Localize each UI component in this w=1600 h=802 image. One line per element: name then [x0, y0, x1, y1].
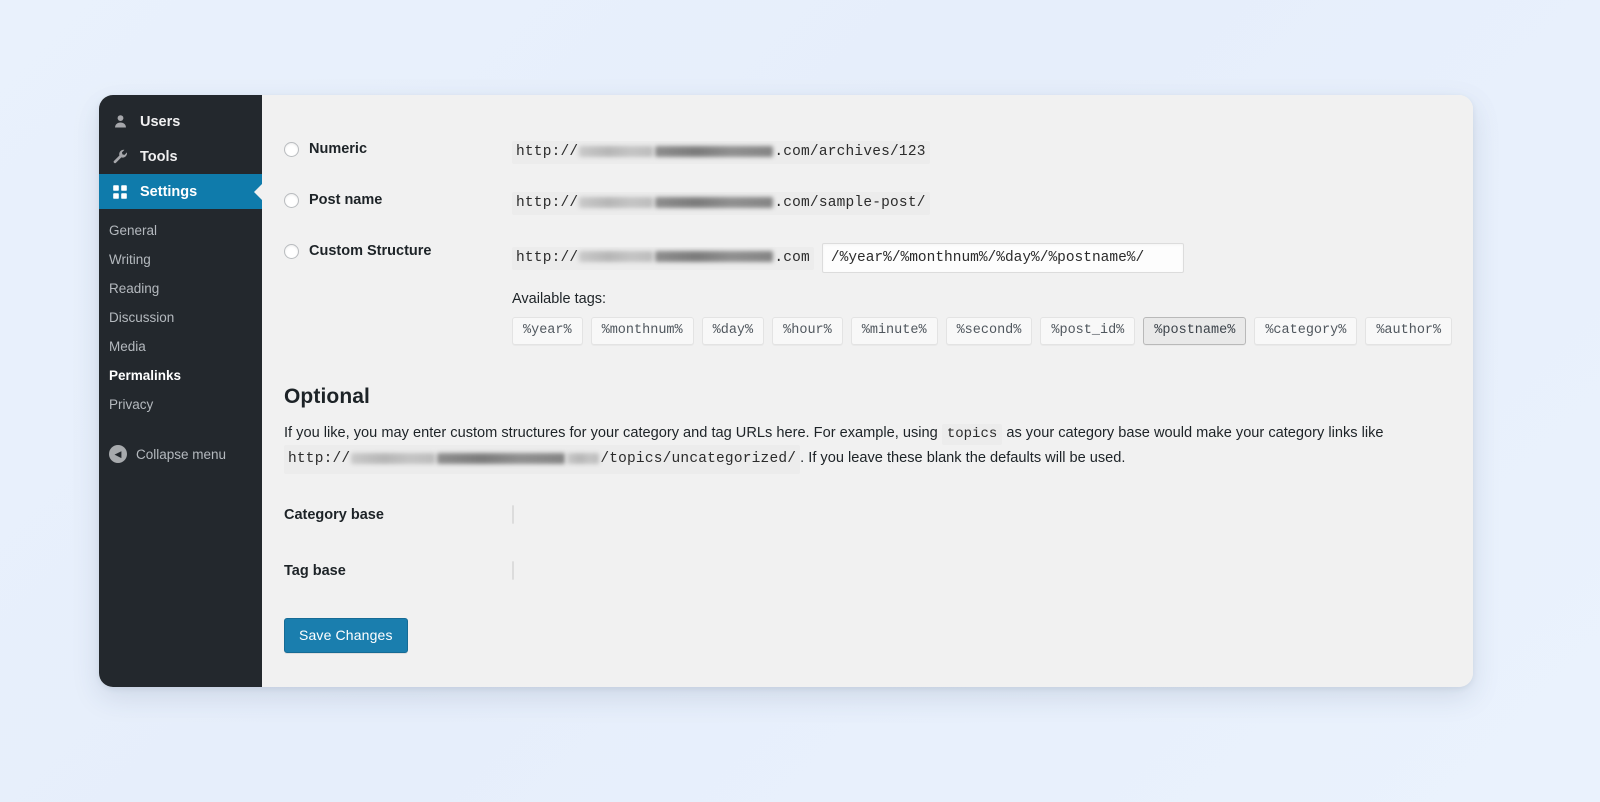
chevron-left-circle-icon: ◀: [109, 445, 127, 463]
tag-button-hour[interactable]: %hour%: [772, 317, 843, 345]
submit-row: Save Changes: [284, 618, 1473, 653]
optional-desc-part2: as your category base would make your ca…: [1006, 425, 1384, 441]
permalink-structure-table: Numeric http:// .com/archives/123 Post n…: [284, 127, 1453, 359]
optional-desc-part1: If you like, you may enter custom struct…: [284, 425, 938, 441]
tag-button-postname[interactable]: %postname%: [1143, 317, 1247, 345]
redacted-domain-part-2: [655, 196, 774, 208]
url-suffix: .com/archives/123: [774, 144, 926, 160]
radio-numeric[interactable]: [284, 141, 299, 157]
optional-fields-table: Category base Tag base: [284, 492, 514, 594]
tag-base-label: Tag base: [284, 563, 346, 579]
redacted-domain-part-1: [351, 452, 436, 464]
numeric-url-example: http:// .com/archives/123: [512, 141, 930, 164]
tag-button-author[interactable]: %author%: [1365, 317, 1453, 345]
optional-example-url: http:// /topics/uncategorized/: [284, 445, 801, 474]
custom-structure-input[interactable]: /%year%/%monthnum%/%day%/%postname%/: [821, 243, 1184, 273]
sidebar-item-permalinks[interactable]: Permalinks: [99, 361, 262, 390]
tag-button-post-id[interactable]: %post_id%: [1040, 317, 1136, 345]
category-base-input[interactable]: [512, 505, 514, 524]
permalink-option-row: Custom Structure http:// .com /%year%/%m…: [284, 229, 1453, 359]
permalink-option-numeric[interactable]: Numeric: [284, 141, 502, 157]
optional-description: If you like, you may enter custom struct…: [284, 422, 1414, 474]
sidebar-item-general[interactable]: General: [99, 216, 262, 245]
sidebar-item-tools[interactable]: Tools: [99, 139, 262, 174]
available-tags-label: Available tags:: [512, 291, 607, 307]
sidebar-item-media[interactable]: Media: [99, 332, 262, 361]
url-suffix: /topics/uncategorized/: [600, 451, 797, 467]
tag-button-year[interactable]: %year%: [512, 317, 583, 345]
sidebar-item-users[interactable]: Users: [99, 104, 262, 139]
url-prefix: http://: [516, 195, 579, 211]
sidebar-item-writing[interactable]: Writing: [99, 245, 262, 274]
permalink-option-label: Custom Structure: [309, 243, 432, 259]
tag-button-second[interactable]: %second%: [945, 317, 1033, 345]
redacted-domain-part-1: [579, 196, 654, 208]
radio-post-name[interactable]: [284, 192, 299, 208]
radio-custom-structure[interactable]: [284, 243, 299, 259]
wrench-icon: [109, 147, 131, 167]
users-icon: [109, 112, 131, 132]
url-prefix: http://: [288, 451, 351, 467]
redacted-domain-part-3: [567, 452, 600, 464]
redacted-domain-part-2: [655, 251, 774, 262]
sidebar-item-discussion[interactable]: Discussion: [99, 303, 262, 332]
url-prefix: http://: [516, 249, 579, 266]
permalink-option-label: Numeric: [309, 141, 368, 157]
collapse-menu-label: Collapse menu: [136, 446, 227, 462]
settings-submenu: General Writing Reading Discussion Media…: [99, 209, 262, 427]
category-base-row: Category base: [284, 492, 514, 538]
category-base-label: Category base: [284, 507, 384, 523]
custom-structure-url-prefix-box: http:// .com: [512, 246, 814, 270]
post-name-url-example: http:// .com/sample-post/: [512, 192, 930, 215]
permalink-option-row: Numeric http:// .com/archives/123: [284, 127, 1452, 178]
optional-heading: Optional: [284, 385, 370, 408]
tag-button-day[interactable]: %day%: [701, 317, 765, 345]
tag-button-minute[interactable]: %minute%: [850, 317, 938, 345]
url-suffix: .com: [774, 249, 810, 266]
available-tags-list: %year% %monthnum% %day% %hour% %minute% …: [512, 317, 1453, 345]
redacted-domain-part-2: [655, 145, 774, 157]
optional-desc-part3: . If you leave these blank the defaults …: [800, 450, 1126, 466]
permalink-option-row: Post name http:// .com/sample-post/: [284, 178, 1452, 229]
admin-sidebar: Users Tools Settings General Writing Rea…: [99, 95, 263, 687]
tag-base-row: Tag base: [284, 538, 514, 594]
permalink-option-label: Post name: [309, 192, 383, 208]
tag-base-input[interactable]: [512, 561, 514, 580]
sidebar-item-privacy[interactable]: Privacy: [99, 390, 262, 419]
permalink-option-custom-structure[interactable]: Custom Structure: [284, 243, 502, 259]
url-suffix: .com/sample-post/: [774, 195, 926, 211]
save-changes-button[interactable]: Save Changes: [284, 618, 408, 653]
collapse-menu-button[interactable]: ◀ Collapse menu: [99, 445, 262, 463]
permalink-option-post-name[interactable]: Post name: [284, 192, 502, 208]
redacted-domain-part-2: [437, 452, 566, 464]
permalink-settings-content: Numeric http:// .com/archives/123 Post n…: [262, 95, 1473, 687]
redacted-domain-part-1: [579, 145, 654, 157]
page-background: Users Tools Settings General Writing Rea…: [0, 0, 1600, 802]
sidebar-item-reading[interactable]: Reading: [99, 274, 262, 303]
settings-icon: [109, 182, 131, 202]
tag-button-monthnum[interactable]: %monthnum%: [590, 317, 694, 345]
sidebar-item-label: Settings: [140, 183, 198, 200]
url-prefix: http://: [516, 144, 579, 160]
redacted-domain-part-1: [579, 251, 654, 262]
topics-code-sample: topics: [941, 424, 1003, 445]
sidebar-item-label: Users: [140, 113, 181, 130]
tag-button-category[interactable]: %category%: [1254, 317, 1358, 345]
sidebar-item-settings[interactable]: Settings: [99, 174, 263, 209]
custom-structure-row: http:// .com /%year%/%monthnum%/%day%/%p…: [512, 243, 1452, 273]
sidebar-item-label: Tools: [140, 148, 178, 165]
wordpress-admin-window: Users Tools Settings General Writing Rea…: [99, 95, 1473, 687]
